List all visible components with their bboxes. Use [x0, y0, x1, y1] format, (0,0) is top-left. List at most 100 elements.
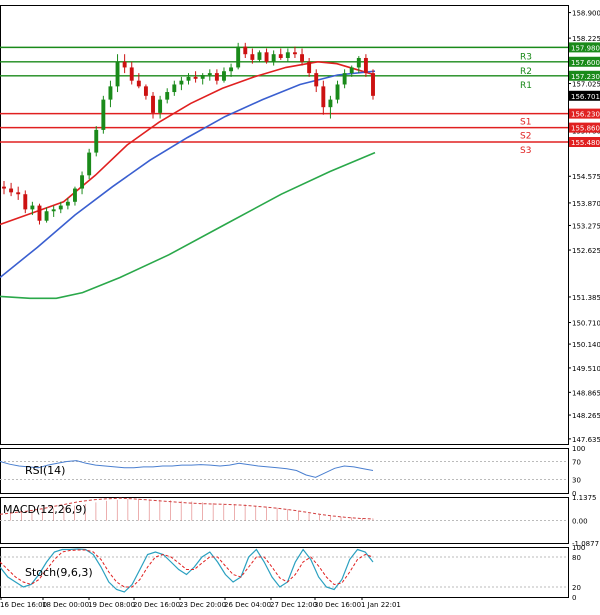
candle-body	[23, 194, 28, 210]
macd-y-tick: 0.00	[572, 518, 588, 526]
stoch-y-tick: 0	[572, 594, 576, 602]
candle-body	[129, 67, 134, 81]
x-tick-label: 20 Dec 16:00	[133, 601, 180, 609]
rsi-panel: 10070300RSI(14)	[0, 445, 585, 498]
x-tick-label: 26 Dec 04:00	[224, 601, 271, 609]
candle-body	[87, 152, 92, 176]
rsi-y-tick: 100	[572, 445, 585, 453]
y-tick-label: 158.225	[572, 35, 600, 43]
candle-body	[51, 209, 56, 212]
level-label-s3: S3	[520, 146, 531, 156]
candle-body	[165, 92, 170, 100]
y-tick-label: 150.140	[572, 341, 600, 349]
candle-body	[193, 76, 198, 79]
price-box-label: 157.230	[571, 73, 600, 81]
candle-body	[172, 84, 177, 93]
time-axis: 16 Dec 16:0018 Dec 00:0019 Dec 08:0020 D…	[0, 597, 401, 609]
y-tick-label: 153.275	[572, 222, 600, 230]
candle-body	[371, 73, 375, 96]
candle-body	[229, 67, 234, 72]
rsi-frame	[0, 448, 569, 494]
candle-body	[300, 54, 304, 62]
candle-body	[44, 211, 49, 221]
candle-body	[292, 52, 297, 55]
price-box-label: 156.701	[571, 93, 600, 101]
candle-body	[349, 67, 354, 74]
candle-body	[285, 52, 290, 58]
y-tick-label: 152.625	[572, 247, 600, 255]
candle-body	[65, 201, 70, 206]
rsi-y-tick: 30	[572, 477, 581, 485]
candle-body	[73, 188, 77, 202]
candle-body	[143, 86, 148, 96]
stoch-y-tick: 20	[572, 584, 581, 592]
x-tick-label: 27 Dec 12:00	[270, 601, 317, 609]
candle-body	[222, 71, 226, 81]
candle-body	[236, 46, 241, 68]
main-frame	[0, 5, 569, 445]
macd-panel: 1.13750.00-1.0877MACD(12,26,9)	[0, 494, 599, 548]
y-tick-label: 157.025	[572, 81, 600, 89]
candle-body	[250, 54, 255, 60]
x-tick-label: 18 Dec 00:00	[42, 601, 89, 609]
candle-body	[356, 57, 361, 68]
stoch-panel: 100 80 20 0 Stoch(9,6,3)	[0, 544, 585, 602]
price-box-label: 155.480	[571, 139, 600, 147]
price-box-label: 156.230	[571, 111, 600, 119]
stoch-y-tick: 100	[572, 544, 585, 552]
rsi-y-tick: 70	[572, 459, 581, 467]
x-tick-label: 23 Dec 20:00	[179, 601, 226, 609]
candle-body	[314, 73, 319, 87]
candle-body	[101, 99, 106, 130]
y-tick-label: 151.385	[572, 294, 600, 302]
main-price-panel: 158.900158.225157.025155.780154.575153.8…	[0, 5, 600, 445]
candle-body	[363, 57, 368, 74]
y-tick-label: 148.265	[572, 412, 600, 420]
candle-body	[2, 186, 6, 189]
price-box-label: 157.980	[571, 44, 600, 52]
stoch-y-tick: 80	[572, 554, 581, 562]
chart-svg: 158.900158.225157.025155.780154.575153.8…	[0, 5, 600, 609]
candle-body	[257, 52, 262, 60]
price-box-label: 155.860	[571, 125, 600, 133]
x-tick-label: 30 Dec 16:00	[314, 601, 361, 609]
candle-body	[214, 73, 219, 81]
candle-body	[9, 188, 14, 193]
stoch-label: Stoch(9,6,3)	[25, 566, 93, 579]
candle-body	[335, 84, 340, 100]
y-tick-label: 147.635	[572, 436, 600, 444]
macd-label: MACD(12,26,9)	[3, 503, 87, 516]
candle-body	[94, 129, 99, 153]
candle-body	[158, 99, 163, 113]
x-tick-label: 1 Jan 22:01	[361, 601, 401, 609]
candle-body	[80, 175, 85, 189]
y-tick-label: 153.870	[572, 200, 600, 208]
candle-body	[200, 75, 205, 79]
forex-chart: 158.900158.225157.025155.780154.575153.8…	[0, 0, 600, 611]
candle-body	[37, 205, 42, 221]
candle-body	[136, 80, 141, 87]
level-label-s2: S2	[520, 132, 531, 142]
candle-body	[151, 95, 155, 113]
level-label-r1: R1	[520, 81, 532, 91]
y-tick-label: 148.865	[572, 389, 600, 397]
candle-body	[307, 61, 312, 74]
candle-body	[264, 52, 269, 62]
candle-body	[122, 61, 127, 68]
x-tick-label: 16 Dec 16:00	[0, 601, 47, 609]
y-tick-label: 154.575	[572, 173, 600, 181]
candle-body	[186, 76, 191, 81]
candle-body	[58, 205, 63, 210]
candle-body	[108, 86, 113, 100]
candle-body	[179, 80, 184, 85]
x-tick-label: 19 Dec 08:00	[88, 601, 135, 609]
level-label-s1: S1	[520, 118, 531, 128]
candle-body	[321, 86, 326, 108]
y-tick-label: 150.710	[572, 320, 600, 328]
candle-body	[328, 99, 333, 108]
candle-body	[16, 192, 21, 195]
candle-body	[271, 54, 276, 62]
macd-y-tick: 1.1375	[572, 494, 597, 502]
candle-body	[207, 73, 212, 76]
price-box-label: 157.600	[571, 59, 600, 67]
